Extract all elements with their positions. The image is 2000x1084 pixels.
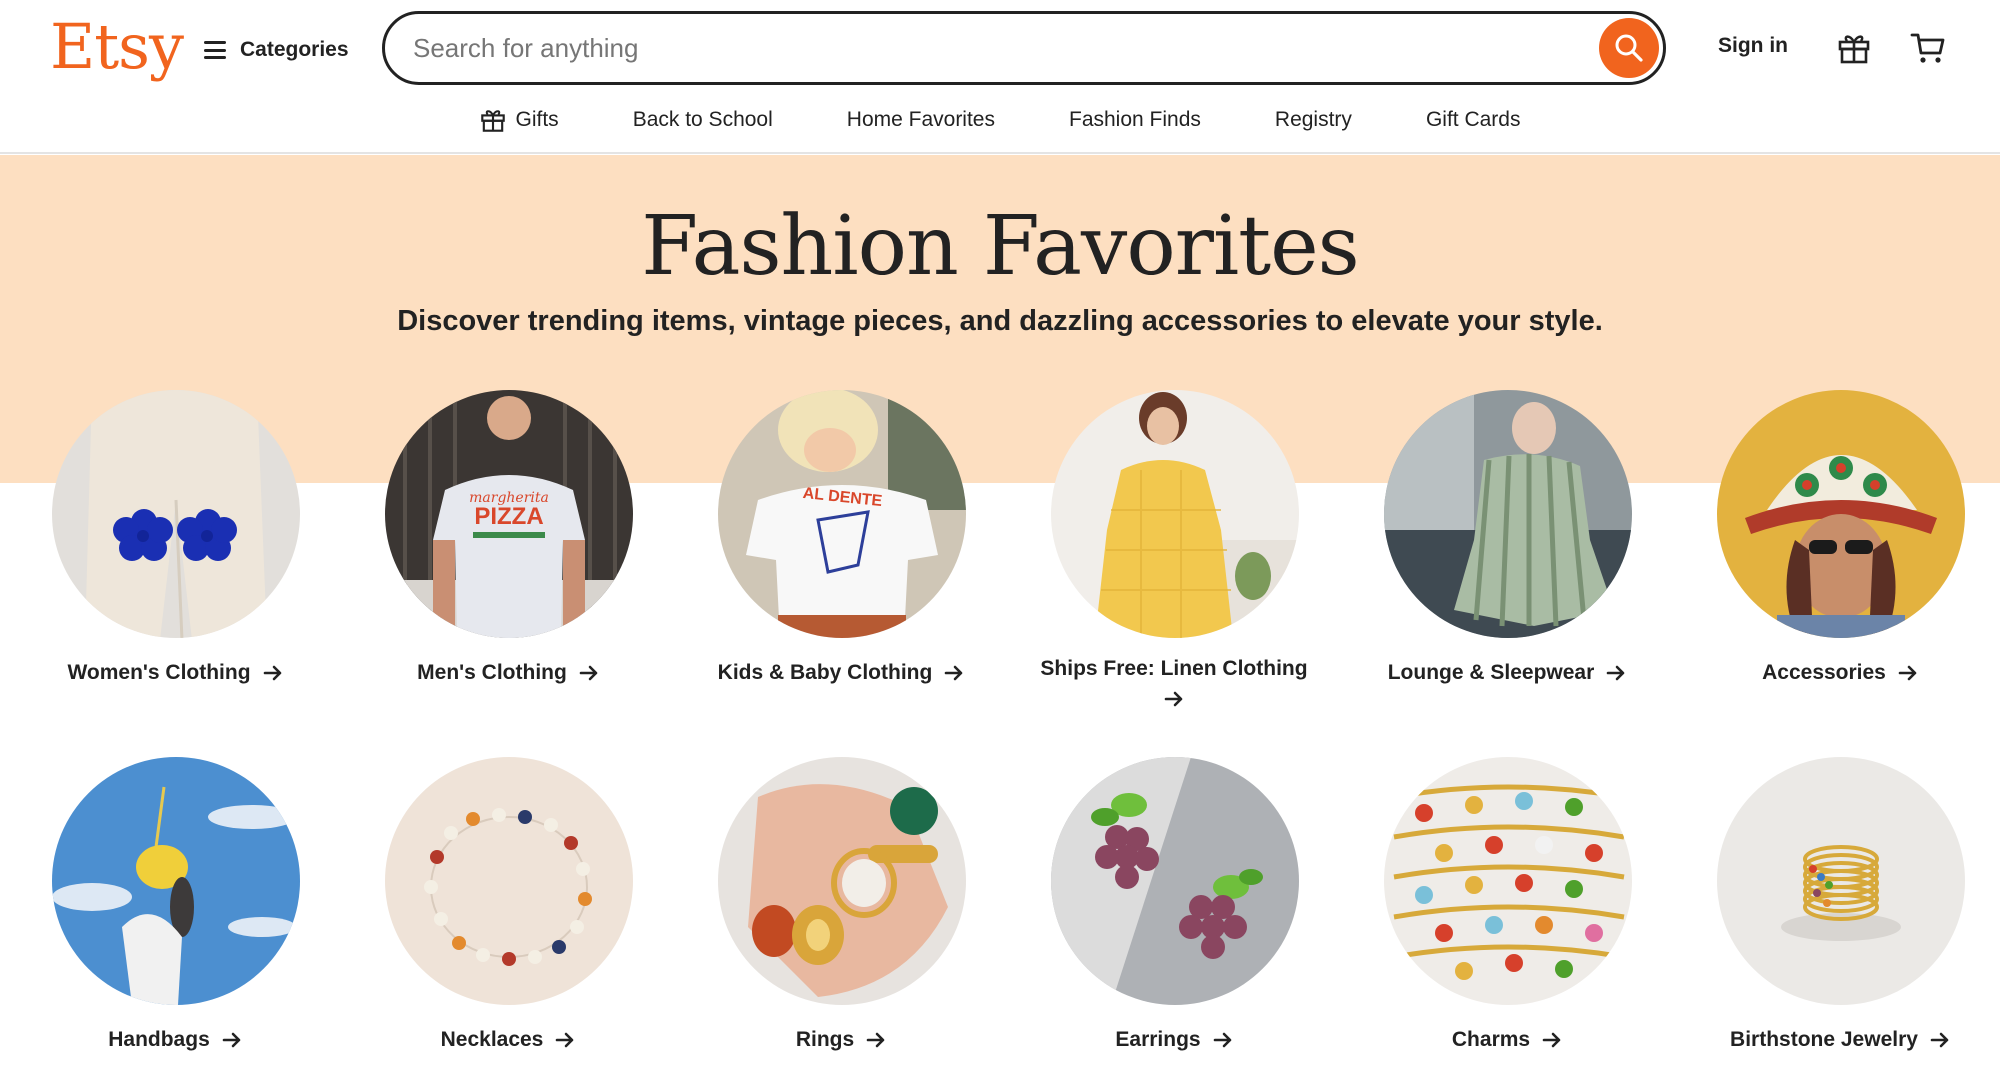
categories-button[interactable]: Categories xyxy=(204,30,349,70)
category-image xyxy=(52,390,300,638)
search-icon xyxy=(1615,34,1643,62)
category-label: Rings xyxy=(795,1028,855,1051)
category-label-row: Handbags xyxy=(10,1025,340,1055)
subnav-label: Gifts xyxy=(515,108,559,131)
category-image xyxy=(385,757,633,1005)
gift-icon xyxy=(480,110,505,132)
category-label: Handbags xyxy=(108,1028,210,1051)
etsy-logo[interactable]: Etsy xyxy=(50,10,184,83)
category-label-row: Kids & Baby Clothing xyxy=(676,658,1006,688)
category-image: AL DENTE xyxy=(718,390,966,638)
category-label: Kids & Baby Clothing xyxy=(717,661,933,684)
sign-in-link[interactable]: Sign in xyxy=(1718,34,1788,58)
subnav-item-gift-cards[interactable]: Gift Cards xyxy=(1426,108,1521,132)
category-label-row: Accessories xyxy=(1675,658,2000,688)
category-image xyxy=(1717,390,1965,638)
category-image xyxy=(718,757,966,1005)
category-label: Accessories xyxy=(1762,661,1886,684)
arrow-right-icon xyxy=(866,1033,885,1048)
gift-icon xyxy=(1838,35,1870,64)
category-label-row: Charms xyxy=(1342,1025,1672,1055)
category-label: Charms xyxy=(1451,1028,1531,1051)
gift-header-button[interactable] xyxy=(1834,28,1874,68)
arrow-right-icon xyxy=(1213,1033,1231,1048)
category-label: Birthstone Jewelry xyxy=(1730,1028,1918,1051)
arrow-right-icon xyxy=(1542,1033,1561,1048)
category-image xyxy=(52,757,300,1005)
arrow-right-icon xyxy=(1164,692,1183,707)
search-button[interactable] xyxy=(1599,18,1659,78)
category-label-row: Women's Clothing xyxy=(10,658,340,688)
category-label: Necklaces xyxy=(440,1028,544,1051)
category-label-row: Necklaces xyxy=(343,1025,673,1055)
category-image xyxy=(1384,390,1632,638)
category-image: margherita PIZZA xyxy=(385,390,633,638)
arrow-right-icon xyxy=(1930,1033,1949,1048)
category-image xyxy=(1051,390,1299,638)
category-label-row: Ships Free: Linen Clothing xyxy=(1009,654,1339,714)
category-label: Ships Free: Linen Clothing xyxy=(1040,657,1308,680)
category-label-row: Birthstone Jewelry xyxy=(1675,1025,2000,1055)
subnav-item-home-favorites[interactable]: Home Favorites xyxy=(847,108,995,132)
page-title: Fashion Favorites xyxy=(641,199,1359,294)
arrow-right-icon xyxy=(556,1033,574,1048)
page-subtitle: Discover trending items, vintage pieces,… xyxy=(397,305,1603,337)
arrow-right-icon xyxy=(1606,666,1625,681)
subnav-item-back-to-school[interactable]: Back to School xyxy=(633,108,773,132)
category-image xyxy=(1051,757,1299,1005)
arrow-right-icon xyxy=(945,666,963,681)
cart-button[interactable] xyxy=(1908,28,1948,68)
svg-text:PIZZA: PIZZA xyxy=(474,503,543,530)
category-label-row: Men's Clothing xyxy=(343,658,673,688)
category-image xyxy=(1717,757,1965,1005)
subnav-item-registry[interactable]: Registry xyxy=(1275,108,1352,132)
category-label: Men's Clothing xyxy=(417,661,567,684)
arrow-right-icon xyxy=(263,666,281,681)
categories-label: Categories xyxy=(240,38,349,61)
arrow-right-icon xyxy=(222,1033,241,1048)
subnav-item-gifts[interactable]: Gifts xyxy=(480,107,559,133)
arrow-right-icon xyxy=(1898,666,1917,681)
cart-icon xyxy=(1910,33,1945,63)
subnav-item-fashion-finds[interactable]: Fashion Finds xyxy=(1069,108,1201,132)
search-bar xyxy=(382,11,1666,85)
secondary-nav: Gifts Back to School Home Favorites Fash… xyxy=(0,100,2000,140)
category-label-row: Lounge & Sleepwear xyxy=(1342,658,1672,688)
category-image xyxy=(1384,757,1632,1005)
search-input[interactable] xyxy=(413,28,1573,68)
site-header: Etsy Categories Sign in xyxy=(0,0,2000,154)
category-label: Lounge & Sleepwear xyxy=(1387,661,1595,684)
arrow-right-icon xyxy=(579,666,598,681)
category-label: Women's Clothing xyxy=(67,661,251,684)
category-label-row: Rings xyxy=(676,1025,1006,1055)
hamburger-menu-icon xyxy=(204,41,226,59)
category-label-row: Earrings xyxy=(1009,1025,1339,1055)
hero-banner: Fashion Favorites Discover trending item… xyxy=(0,155,2000,483)
category-label: Earrings xyxy=(1115,1028,1201,1051)
